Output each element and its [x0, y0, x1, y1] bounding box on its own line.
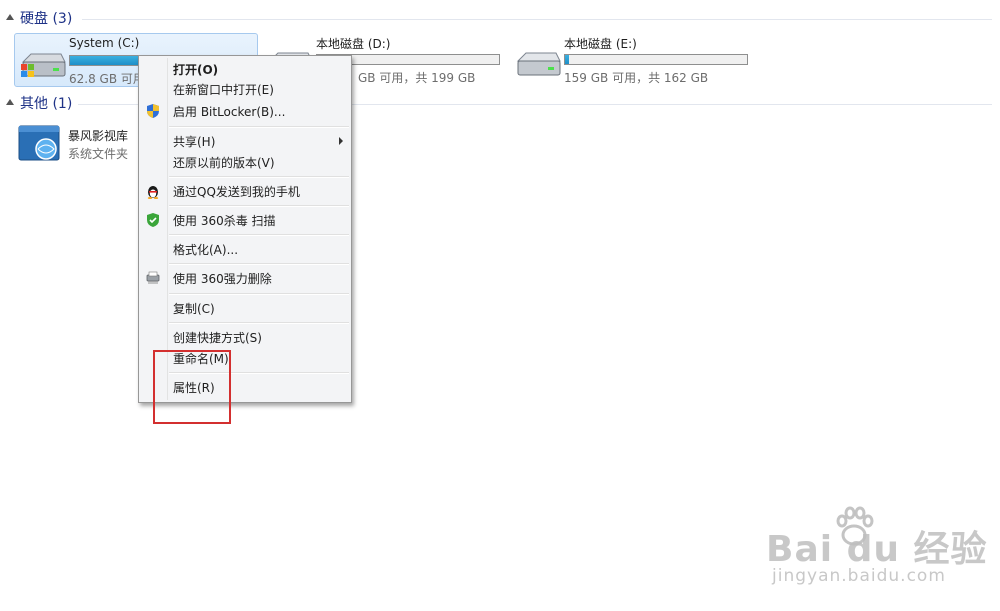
menu-item-label: 使用 360强力删除 — [173, 272, 272, 286]
menu-item-label: 打开(O) — [173, 63, 219, 77]
menu-item-open-new-window[interactable]: 在新窗口中打开(E) — [141, 78, 349, 100]
drive-free-space: 62.8 GB 可用 — [69, 72, 145, 86]
system-drive-icon — [21, 53, 66, 77]
folder-name: 暴风影视库 — [68, 129, 129, 143]
menu-item-label: 启用 BitLocker(B)... — [173, 105, 286, 119]
watermark-url: jingyan.baidu.com — [772, 566, 946, 586]
qq-penguin-icon — [147, 186, 159, 199]
collapse-triangle-icon[interactable] — [6, 99, 14, 105]
shredder-icon — [146, 271, 160, 284]
folder-type: 系统文件夹 — [68, 147, 129, 161]
menu-separator — [169, 126, 349, 128]
menu-item-qq-send[interactable]: 通过QQ发送到我的手机 — [141, 180, 349, 202]
media-library-folder-icon — [18, 125, 60, 161]
watermark-logo: Bai du 经验 — [766, 529, 988, 570]
group-header-hard-disks[interactable]: 硬盘 (3) — [6, 9, 992, 29]
drive-free-space: GB 可用，共 199 GB — [358, 71, 476, 85]
collapse-triangle-icon[interactable] — [6, 14, 14, 20]
menu-separator — [169, 205, 349, 207]
menu-separator — [169, 176, 349, 178]
menu-item-create-shortcut[interactable]: 创建快捷方式(S) — [141, 326, 349, 348]
menu-item-360-scan[interactable]: 使用 360杀毒 扫描 — [141, 209, 349, 231]
menu-item-label: 使用 360杀毒 扫描 — [173, 214, 276, 228]
menu-item-label: 创建快捷方式(S) — [173, 331, 262, 345]
drive-name: 本地磁盘 (D:) — [316, 37, 391, 51]
menu-item-label: 共享(H) — [173, 135, 216, 149]
annotation-highlight-box — [153, 350, 231, 424]
menu-item-copy[interactable]: 复制(C) — [141, 297, 349, 319]
uac-shield-icon — [147, 104, 159, 118]
drive-usage-bar — [564, 54, 748, 65]
menu-item-restore-versions[interactable]: 还原以前的版本(V) — [141, 151, 349, 173]
drive-usage-fill — [565, 55, 569, 64]
submenu-arrow-icon — [339, 137, 343, 145]
menu-separator — [169, 263, 349, 265]
menu-separator — [169, 322, 349, 324]
group-title: 硬盘 (3) — [20, 11, 73, 27]
drive-free-space: 159 GB 可用，共 162 GB — [564, 71, 709, 85]
360-shield-icon — [147, 213, 159, 227]
menu-item-label: 格式化(A)... — [173, 243, 239, 257]
menu-item-share[interactable]: 共享(H) — [141, 130, 349, 152]
menu-item-label: 在新窗口中打开(E) — [173, 83, 274, 97]
group-title: 其他 (1) — [20, 96, 73, 112]
menu-separator — [169, 293, 349, 295]
hard-drive-icon — [516, 52, 561, 76]
menu-item-360-shred[interactable]: 使用 360强力删除 — [141, 267, 349, 289]
menu-item-label: 还原以前的版本(V) — [173, 156, 275, 170]
menu-item-open[interactable]: 打开(O) — [141, 58, 349, 80]
drive-name: 本地磁盘 (E:) — [564, 37, 637, 51]
menu-separator — [169, 234, 349, 236]
menu-item-label: 通过QQ发送到我的手机 — [173, 185, 300, 199]
menu-item-format[interactable]: 格式化(A)... — [141, 238, 349, 260]
drive-name: System (C:) — [69, 36, 140, 50]
menu-item-label: 复制(C) — [173, 302, 215, 316]
group-divider — [82, 19, 992, 20]
menu-item-bitlocker[interactable]: 启用 BitLocker(B)... — [141, 100, 349, 122]
drive-e[interactable]: 本地磁盘 (E:) 159 GB 可用，共 162 GB — [510, 33, 754, 87]
